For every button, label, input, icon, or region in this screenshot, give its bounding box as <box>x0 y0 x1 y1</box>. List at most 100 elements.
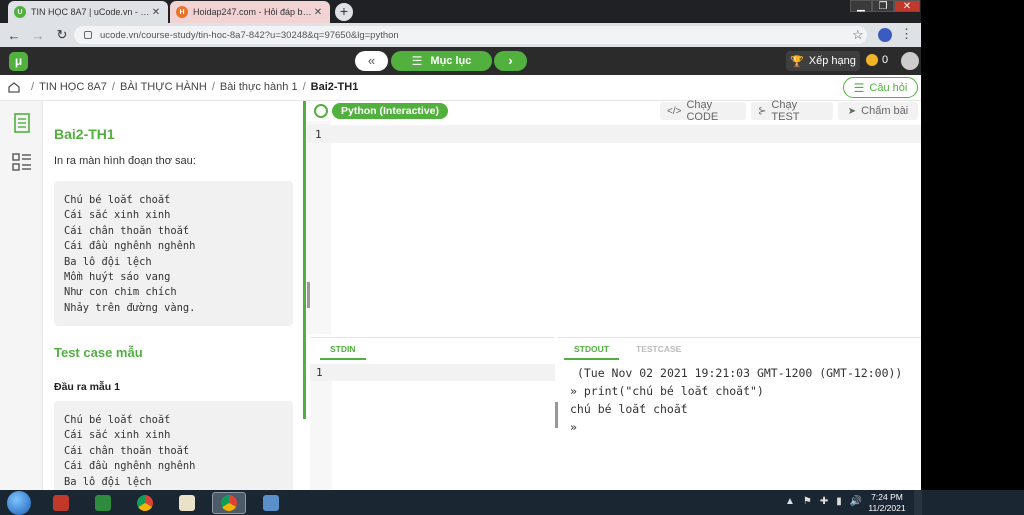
maximize-button[interactable]: ❐ <box>872 0 894 12</box>
line-number: 1 <box>315 128 322 141</box>
tab-testcase[interactable]: TESTCASE <box>626 338 691 360</box>
menu-dots-icon[interactable]: ⋮ <box>900 26 913 42</box>
run-code-button[interactable]: </> Chạy CODE <box>660 99 746 123</box>
code-editor[interactable]: Python (Interactive) </> Chạy CODE ⊱ Chạ… <box>307 99 921 334</box>
new-tab-button[interactable]: + <box>335 3 353 21</box>
console-line: (Tue Nov 02 2021 19:21:03 GMT-1200 (GMT-… <box>570 366 903 380</box>
show-desktop-button[interactable] <box>914 490 922 515</box>
output-line: Ba lô đội lệch <box>64 475 152 488</box>
back-arrow-icon[interactable]: ← <box>4 28 24 43</box>
tab-hoidap247[interactable]: H Hoidap247.com - Hỏi đáp bài tập... ✕ <box>170 1 330 23</box>
poem-line: Nhảy trên đường vàng. <box>64 301 196 314</box>
problem-document-icon[interactable] <box>11 112 33 134</box>
poem-line: Cái đầu nghênh nghênh <box>64 240 196 253</box>
tab-stdin[interactable]: STDIN <box>320 338 366 360</box>
lesson-list-icon[interactable] <box>11 151 33 173</box>
taskbar-app-msoffice[interactable] <box>44 492 78 514</box>
taskbar-app-chrome-active[interactable] <box>212 492 246 514</box>
app-header: μ « ☰ Mục lục › 🏆 Xếp hạng 0 <box>0 47 921 75</box>
ucode-logo[interactable]: μ <box>9 52 28 71</box>
close-icon[interactable]: ✕ <box>312 7 324 18</box>
tab-title: Hoidap247.com - Hỏi đáp bài tập... <box>193 7 312 17</box>
run-code-label: Chạy CODE <box>686 99 719 123</box>
breadcrumb-lesson[interactable]: Bài thực hành 1 <box>220 81 298 93</box>
volume-icon[interactable]: 🔊 <box>850 496 862 507</box>
lock-icon <box>84 31 92 39</box>
next-lesson-button[interactable]: › <box>494 51 527 71</box>
tab-ucode[interactable]: U TIN HỌC 8A7 | uCode.vn - Lập trì... ✕ <box>8 1 168 23</box>
test-icon: ⊱ <box>758 105 767 117</box>
panel-scrollbar[interactable] <box>303 101 306 419</box>
system-clock[interactable]: 7:24 PM 11/2/2021 <box>862 492 912 514</box>
stdin-input[interactable]: 1 <box>310 364 555 381</box>
grade-button[interactable]: ➤ Chấm bài <box>838 102 918 120</box>
office-icon <box>53 495 69 511</box>
testcase-heading: Test case mẫu <box>54 345 143 360</box>
battery-icon[interactable]: ▮ <box>836 496 842 507</box>
ranking-button[interactable]: 🏆 Xếp hạng <box>786 51 860 71</box>
problem-description: In ra màn hình đoạn thơ sau: <box>54 155 196 167</box>
poem-code-block: Chú bé loắt choắt Cái sắc xinh xinh Cái … <box>54 181 293 326</box>
resize-handle[interactable] <box>307 282 310 308</box>
breadcrumb-current: Bai2-TH1 <box>310 81 359 93</box>
coin-balance: 0 <box>866 54 888 66</box>
breadcrumb-section[interactable]: BÀI THỰC HÀNH <box>120 81 207 93</box>
home-icon[interactable] <box>8 81 20 93</box>
profile-avatar-icon[interactable] <box>878 28 892 42</box>
reload-icon[interactable]: ↻ <box>52 27 72 43</box>
questions-label: Câu hỏi <box>869 81 908 94</box>
ucode-favicon-icon: U <box>14 6 26 18</box>
windows-taskbar: ▲ ⚑ ✚ ▮ 🔊 7:24 PM 11/2/2021 <box>0 490 1024 515</box>
user-avatar[interactable] <box>901 52 919 70</box>
chrome-icon <box>137 495 153 511</box>
poem-line: Như con chim chích <box>64 286 177 299</box>
bookmark-star-icon[interactable]: ☆ <box>852 27 864 43</box>
start-button[interactable] <box>7 491 31 515</box>
gear-icon[interactable] <box>314 104 328 118</box>
menu-label: Mục lục <box>430 55 472 67</box>
taskbar-app-photos[interactable] <box>254 492 288 514</box>
network-icon[interactable]: ⚑ <box>803 496 812 507</box>
table-of-contents-button[interactable]: ☰ Mục lục <box>391 51 492 71</box>
show-hidden-icon[interactable]: ▲ <box>785 496 795 507</box>
close-icon[interactable]: ✕ <box>150 7 162 18</box>
photo-viewer-icon <box>263 495 279 511</box>
send-icon: ➤ <box>847 105 857 117</box>
clock-date: 11/2/2021 <box>868 503 906 513</box>
language-select[interactable]: Python (Interactive) <box>332 103 449 119</box>
poem-line: Chú bé loắt choắt <box>64 194 171 206</box>
editor-line[interactable]: 1 <box>307 125 921 143</box>
ranking-label: Xếp hạng <box>808 55 856 67</box>
list-icon: ☰ <box>853 80 865 95</box>
output-line: Cái đầu nghênh nghênh <box>64 460 196 473</box>
stdin-gutter <box>310 364 332 490</box>
taskbar-app-chrome[interactable] <box>128 492 162 514</box>
taskbar-app-paint[interactable] <box>170 492 204 514</box>
tab-stdout[interactable]: STDOUT <box>564 338 619 360</box>
grade-label: Chấm bài <box>861 105 909 117</box>
url-text: ucode.vn/course-study/tin-hoc-8a7-842?u=… <box>100 29 399 41</box>
browser-window: U TIN HỌC 8A7 | uCode.vn - Lập trì... ✕ … <box>0 0 921 490</box>
line-number: 1 <box>316 366 323 379</box>
console-line: » print("chú bé loắt choắt") <box>570 384 764 398</box>
poem-line: Cái sắc xinh xinh <box>64 209 171 222</box>
browser-toolbar: ← → ↻ ucode.vn/course-study/tin-hoc-8a7-… <box>0 23 921 47</box>
coin-icon <box>866 54 878 66</box>
window-close-button[interactable]: ✕ <box>894 0 920 12</box>
questions-button[interactable]: ☰ Câu hỏi <box>843 77 918 98</box>
editor-toolbar: Python (Interactive) </> Chạy CODE ⊱ Chạ… <box>307 99 921 123</box>
prev-lesson-button[interactable]: « <box>355 51 388 71</box>
stdin-panel: STDIN 1 <box>310 337 555 490</box>
forward-arrow-icon[interactable]: → <box>28 28 48 43</box>
output-line: Chú bé loắt choắt <box>64 414 171 426</box>
minimize-button[interactable]: ▁ <box>850 0 872 12</box>
stdout-console[interactable]: (Tue Nov 02 2021 19:21:03 GMT-1200 (GMT-… <box>570 364 915 436</box>
taskbar-app-camtasia[interactable] <box>86 492 120 514</box>
security-icon[interactable]: ✚ <box>820 496 828 507</box>
problem-title: Bai2-TH1 <box>54 126 115 142</box>
run-test-button[interactable]: ⊱ Chạy TEST <box>751 99 833 123</box>
paint-icon <box>179 495 195 511</box>
address-bar[interactable]: ucode.vn/course-study/tin-hoc-8a7-842?u=… <box>74 26 867 44</box>
coin-count: 0 <box>882 54 889 66</box>
breadcrumb-course[interactable]: TIN HỌC 8A7 <box>39 81 107 93</box>
